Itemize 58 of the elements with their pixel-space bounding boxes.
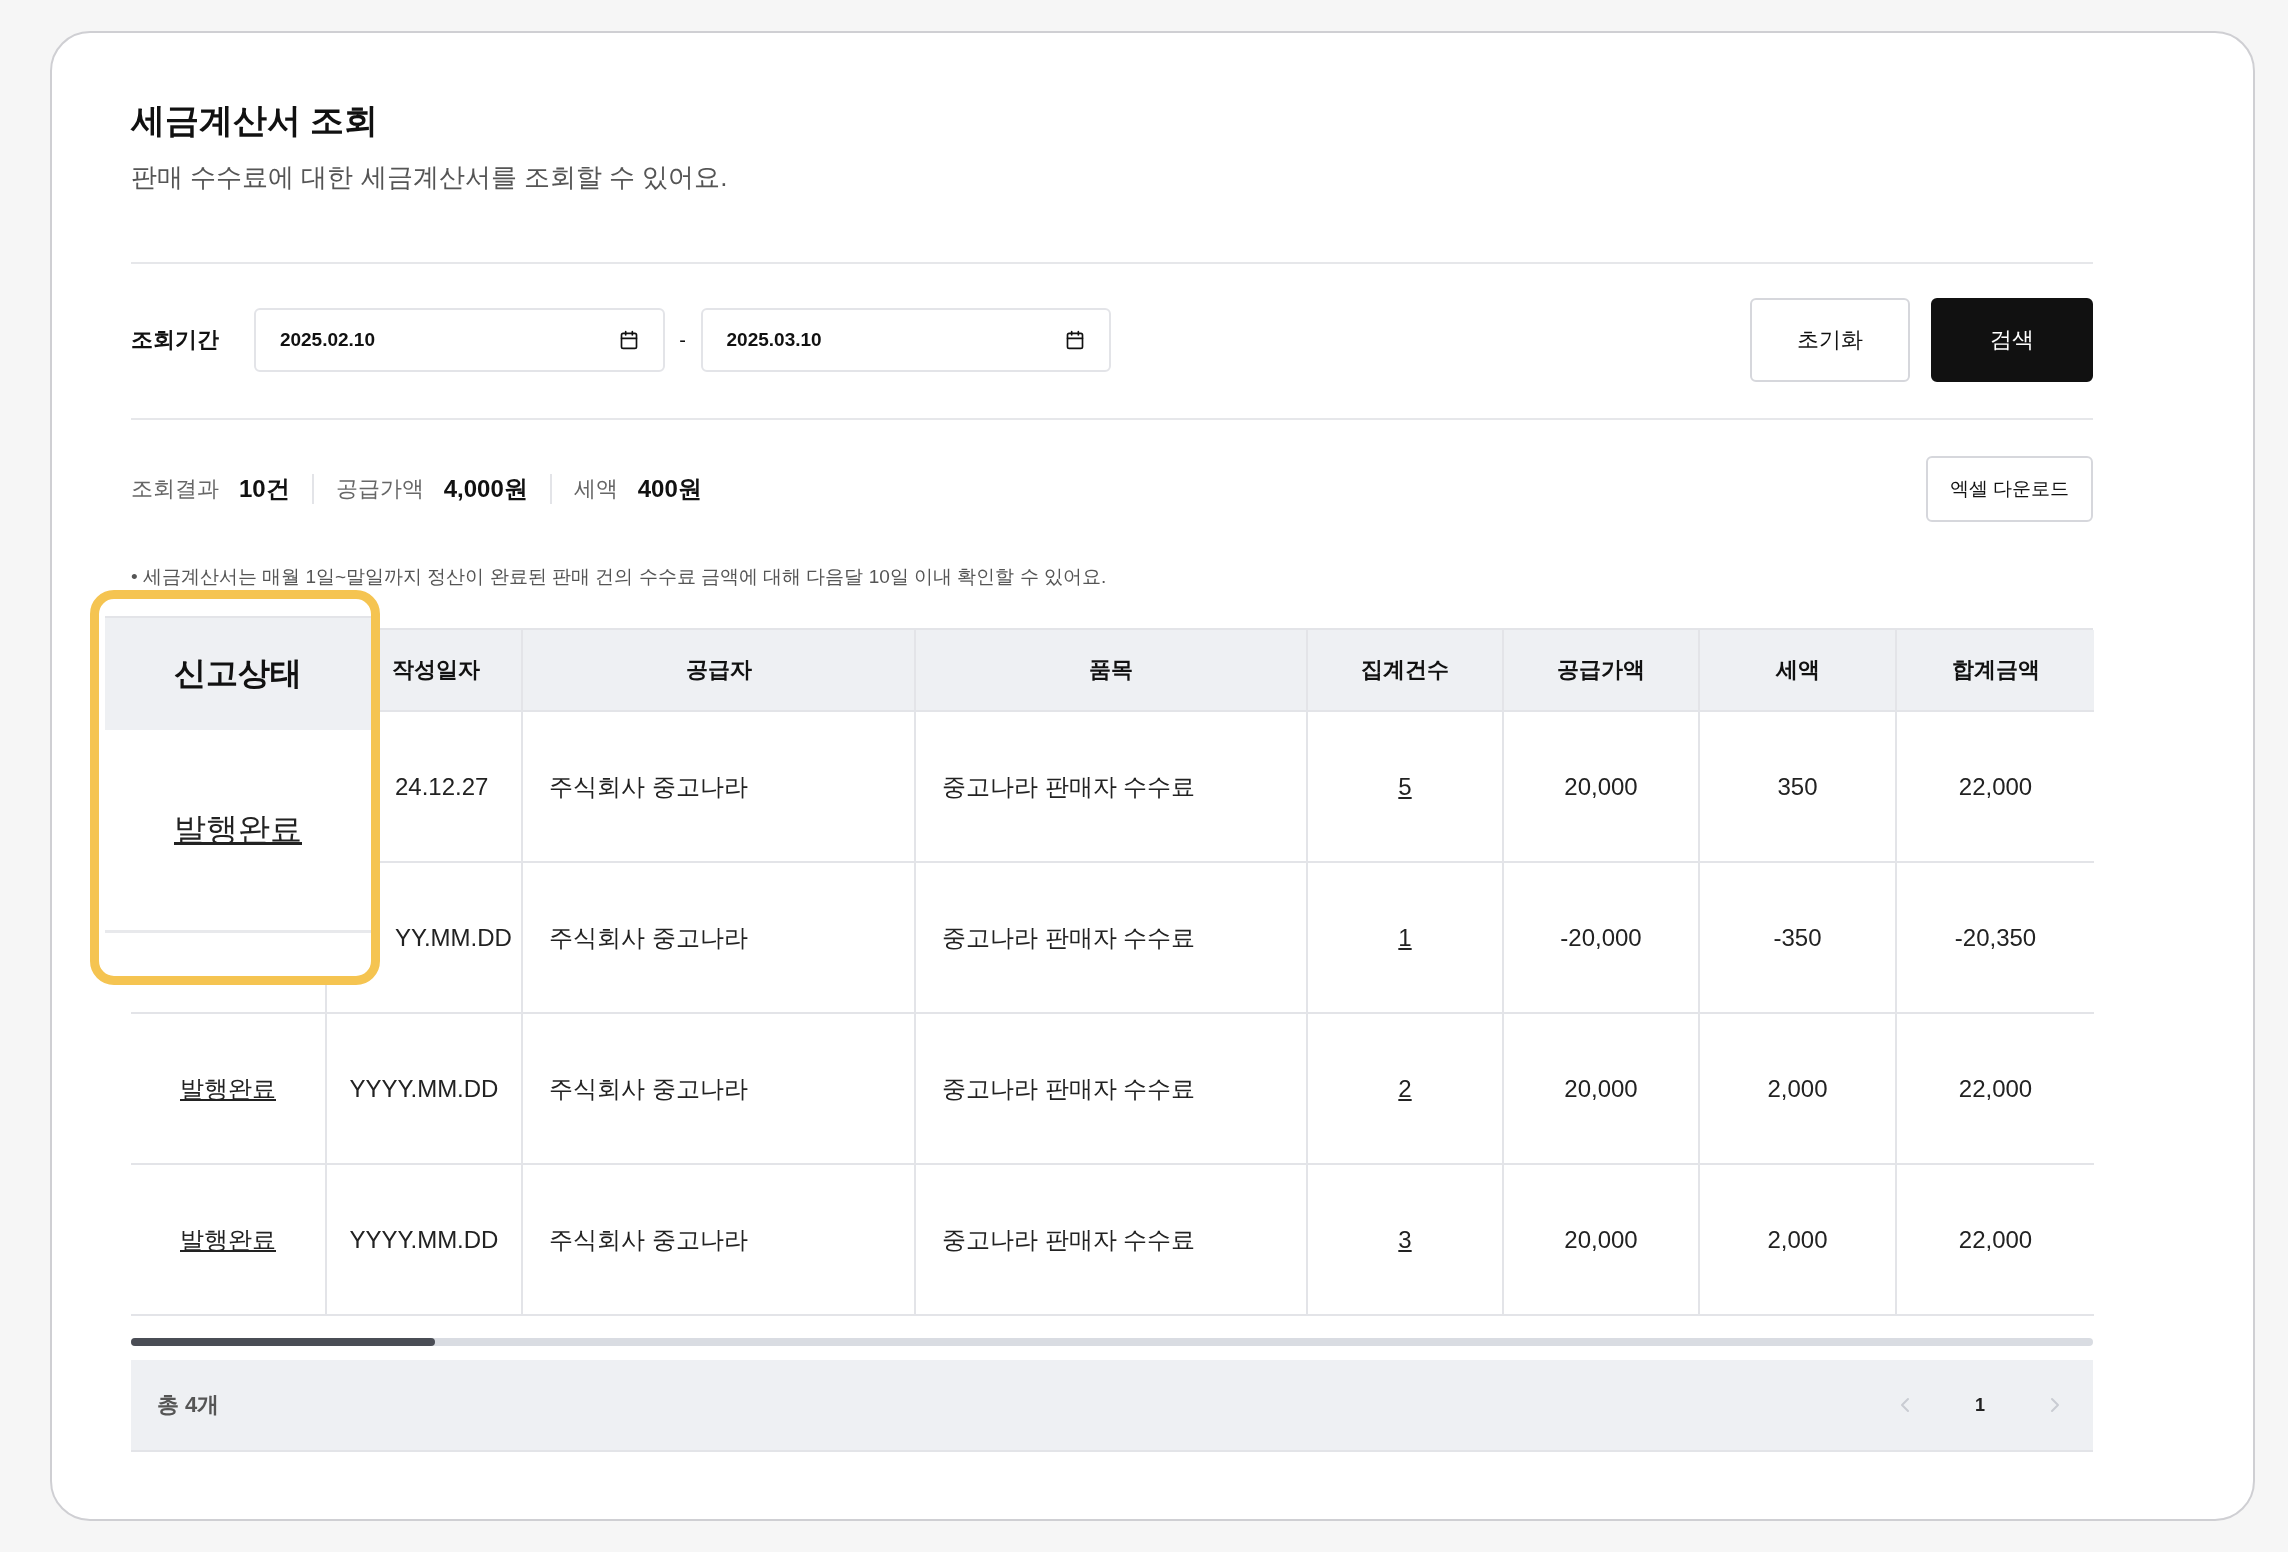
date-separator: - (678, 328, 687, 352)
table-cell: 20,000 (1504, 712, 1700, 863)
total-count: 총 4개 (157, 1391, 220, 1419)
table-cell: 2,000 (1700, 1165, 1897, 1316)
table-cell: 주식회사 중고나라 (523, 1165, 916, 1316)
table-cell: 중고나라 판매자 수수료 (916, 863, 1308, 1014)
table-cell: YYYY.MM.DD (327, 1165, 523, 1316)
page-number[interactable]: 1 (1975, 1394, 1985, 1416)
table-cell: 중고나라 판매자 수수료 (916, 1165, 1308, 1316)
table-cell: 20,000 (1504, 1165, 1700, 1316)
table-cell: -20,350 (1897, 863, 2094, 1014)
column-header: 공급자 (523, 630, 916, 712)
status-link[interactable]: 발행완료 (180, 1223, 276, 1256)
page-description: 판매 수수료에 대한 세금계산서를 조회할 수 있어요. (131, 161, 729, 194)
start-date-field[interactable]: 2025.02.10 (253, 308, 665, 372)
table-cell: 22,000 (1897, 1014, 2094, 1165)
column-header: 집계건수 (1308, 630, 1504, 712)
count-link[interactable]: 1 (1398, 923, 1412, 952)
table-cell: 2,000 (1700, 1014, 1897, 1165)
scrollbar-thumb[interactable] (131, 1338, 435, 1346)
table-cell: -350 (1700, 863, 1897, 1014)
column-header: 합계금액 (1897, 630, 2094, 712)
column-header: 세액 (1700, 630, 1897, 712)
status-link[interactable]: 발행완료 (174, 808, 302, 852)
summary-value: 400원 (637, 474, 702, 504)
count-link[interactable]: 2 (1398, 1074, 1412, 1103)
column-header: 품목 (916, 630, 1308, 712)
summary-value: 4,000원 (443, 474, 528, 504)
scrollbar-track[interactable] (131, 1338, 2093, 1346)
table-cell: 22,000 (1897, 1165, 2094, 1316)
table-cell: 중고나라 판매자 수수료 (916, 1014, 1308, 1165)
table-cell: 20,000 (1504, 1014, 1700, 1165)
table-cell: 주식회사 중고나라 (523, 1014, 916, 1165)
count-link[interactable]: 3 (1398, 1225, 1412, 1254)
status-link[interactable]: 발행완료 (180, 1072, 276, 1105)
table-cell: 주식회사 중고나라 (523, 863, 916, 1014)
summary-value: 10건 (239, 474, 290, 504)
table-cell: 주식회사 중고나라 (523, 712, 916, 863)
table-cell: -20,000 (1504, 863, 1700, 1014)
table-cell: YYYY.MM.DD (327, 1014, 523, 1165)
summary-label: 조회결과 (131, 475, 219, 503)
column-header: 공급가액 (1504, 630, 1700, 712)
search-button[interactable]: 검색 (1931, 298, 2093, 382)
calendar-icon (1065, 330, 1086, 350)
summary-label: 공급가액 (335, 475, 424, 503)
summary-label: 세액 (573, 475, 618, 503)
page-title: 세금계산서 조회 (131, 100, 380, 141)
notice-text: • 세금계산서는 매월 1일~말일까지 정산이 완료된 판매 건의 수수료 금액에 대해 다음달 10일 이내 확인할 수 있어요. (131, 565, 1108, 588)
table-cell: 22,000 (1897, 712, 2094, 863)
calendar-icon (618, 330, 639, 350)
table-cell: 350 (1700, 712, 1897, 863)
reset-button[interactable]: 초기화 (1750, 298, 1911, 382)
excel-download-button[interactable]: 엑셀 다운로드 (1926, 456, 2093, 522)
column-header: 신고상태 (105, 616, 371, 730)
end-date-field[interactable]: 2025.03.10 (700, 308, 1112, 372)
table-cell: 중고나라 판매자 수수료 (916, 712, 1308, 863)
count-link[interactable]: 5 (1398, 772, 1412, 801)
period-label: 조회기간 (131, 326, 220, 354)
